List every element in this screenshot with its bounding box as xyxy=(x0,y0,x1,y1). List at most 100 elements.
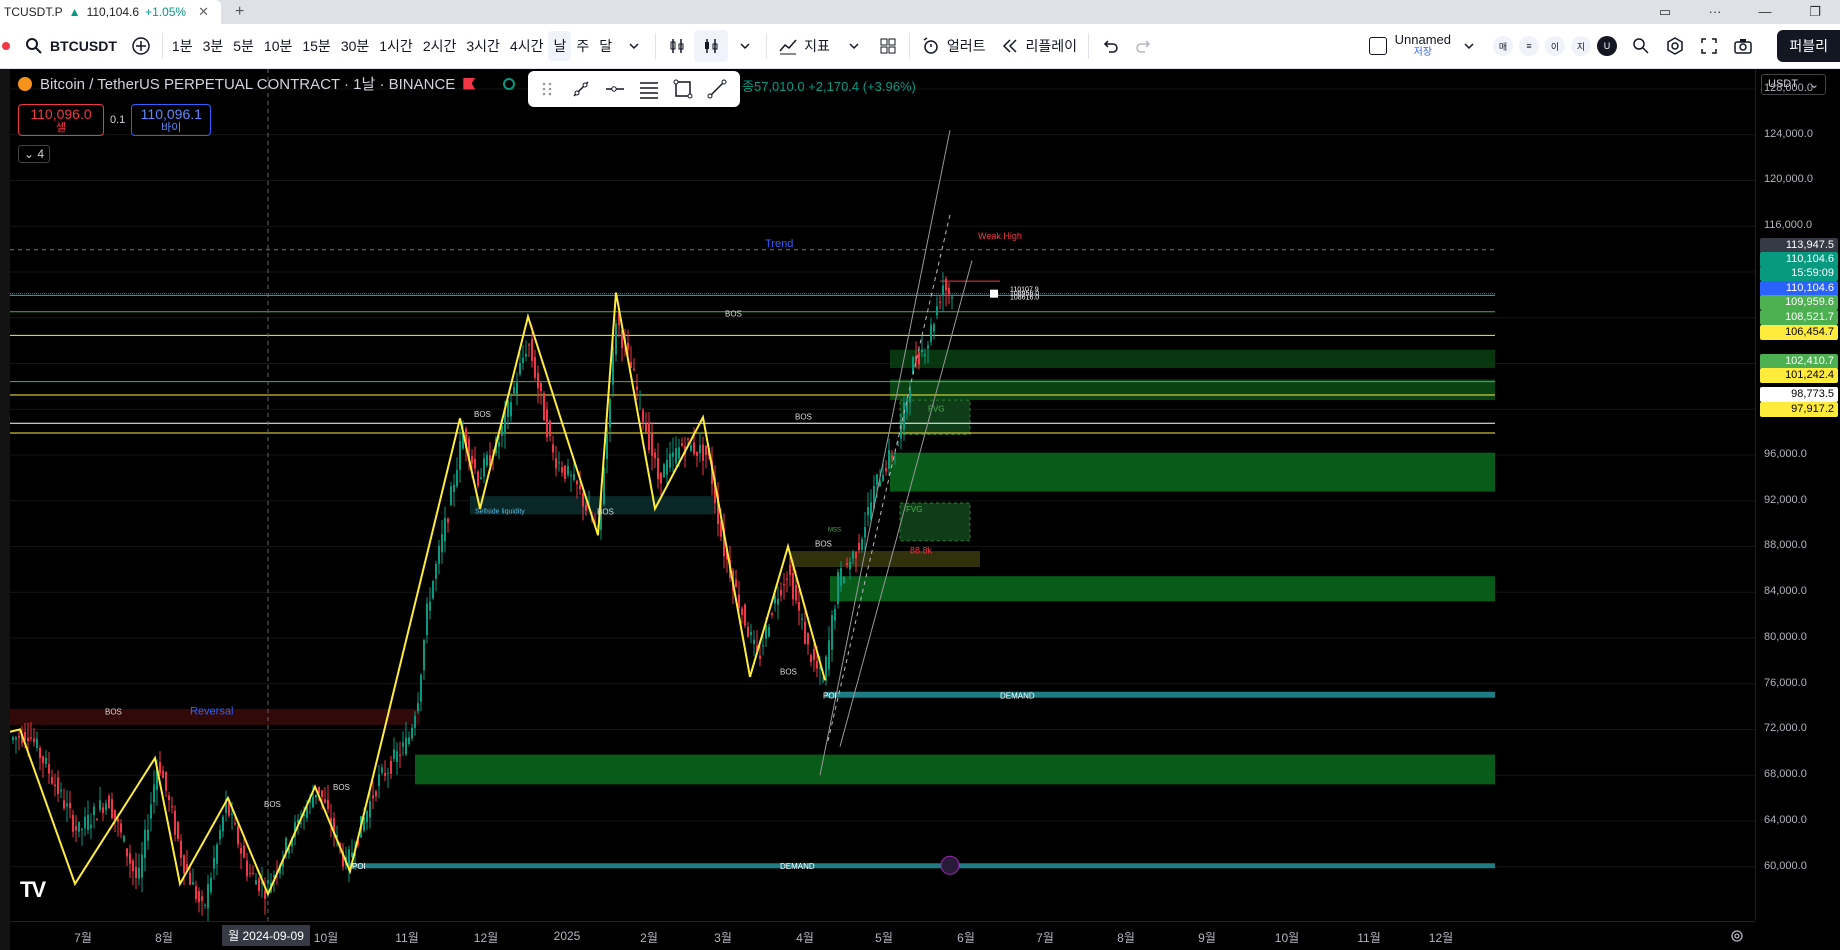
line-tool-icon[interactable] xyxy=(706,78,728,100)
timeframe-11[interactable]: 주 xyxy=(571,24,594,69)
fullscreen-icon xyxy=(1701,38,1717,54)
symbol-title[interactable]: Bitcoin / TetherUS PERPETUAL CONTRACT · … xyxy=(40,73,455,94)
candle-body xyxy=(111,799,113,819)
quick-button-4[interactable]: 지 xyxy=(1571,36,1591,56)
trendline-tool-icon[interactable] xyxy=(570,78,592,100)
timeframe-9[interactable]: 4시간 xyxy=(505,24,549,69)
price-tick: 64,000.0 xyxy=(1764,813,1807,826)
more-icon[interactable]: ··· xyxy=(1690,0,1740,24)
candle-body xyxy=(807,632,809,645)
candle-body xyxy=(615,323,617,355)
minimize-icon[interactable]: — xyxy=(1740,0,1790,24)
timeframe-8[interactable]: 3시간 xyxy=(461,24,505,69)
close-tab-icon[interactable]: ✕ xyxy=(198,4,209,20)
horizontal-ray-icon[interactable] xyxy=(604,78,626,100)
compare-symbol-button[interactable] xyxy=(124,24,158,69)
candle-style-button[interactable] xyxy=(694,30,729,62)
bos-label: BOS xyxy=(105,708,122,717)
quick-button-2[interactable]: ≡ xyxy=(1519,36,1539,56)
candle-body xyxy=(543,393,545,421)
indicator-collapse-button[interactable]: ⌄ 4 xyxy=(18,145,51,163)
timeframe-4[interactable]: 15분 xyxy=(297,24,335,69)
timeframe-3[interactable]: 10분 xyxy=(259,24,297,69)
candle-body xyxy=(918,352,920,365)
last-price-marker xyxy=(990,289,998,298)
layout-name: Unnamed xyxy=(1394,32,1451,47)
price-tick: 92,000.0 xyxy=(1764,493,1807,506)
restore-icon[interactable]: ❐ xyxy=(1790,0,1840,24)
sell-button[interactable]: 110,096.0 셀 xyxy=(18,104,104,136)
chart-type-dropdown[interactable] xyxy=(728,24,762,69)
layout-button[interactable]: Unnamed 저장 xyxy=(1362,24,1486,69)
snapshot-button[interactable] xyxy=(1726,24,1760,69)
redo-button[interactable] xyxy=(1127,24,1161,69)
chevron-down-icon xyxy=(1464,43,1474,50)
indicators-dropdown[interactable] xyxy=(837,24,871,69)
rectangle-tool-icon[interactable] xyxy=(672,78,694,100)
quick-button-1[interactable]: 매 xyxy=(1493,36,1513,56)
quick-button-3[interactable]: 이 xyxy=(1545,36,1565,56)
candle-body xyxy=(654,452,656,459)
price-axis[interactable]: USDT ⌄ 128,000.0 124,000.0 120,000.0 116,00… xyxy=(1755,69,1840,921)
candle-body xyxy=(693,442,695,454)
time-axis[interactable]: 7월 8월 월 2024-09-09 10월 11월 12월 2025 2월 3월 4월 5월 6월 7… xyxy=(10,921,1755,950)
candle-body xyxy=(255,880,257,885)
redo-icon xyxy=(1136,40,1151,53)
candle-body xyxy=(567,466,569,475)
timeframe-dropdown[interactable] xyxy=(617,24,651,69)
candle-body xyxy=(210,877,212,893)
fib-tool-icon[interactable] xyxy=(638,78,660,100)
candle-body xyxy=(195,886,197,899)
bar-style-button[interactable] xyxy=(660,24,694,69)
candle-body xyxy=(939,301,941,303)
candle-body xyxy=(813,649,815,660)
quick-search-button[interactable] xyxy=(1624,24,1658,69)
poi-label: POI xyxy=(823,692,837,701)
tradingview-logo[interactable]: TV xyxy=(20,877,46,903)
browser-tab[interactable]: TCUSDT.P ▲ 110,104.6 +1.05% ✕ xyxy=(0,0,222,24)
alert-button[interactable]: 얼러트 xyxy=(914,24,993,69)
candle-body xyxy=(372,795,374,799)
publish-button[interactable]: 퍼블리 xyxy=(1777,30,1840,62)
timeframe-10[interactable]: 날 xyxy=(548,31,572,61)
timeframe-2[interactable]: 5분 xyxy=(228,24,259,69)
templates-button[interactable] xyxy=(871,24,905,69)
timeframe-0[interactable]: 1분 xyxy=(167,24,198,69)
undo-button[interactable] xyxy=(1093,24,1127,69)
candle-body xyxy=(384,772,386,776)
demand-zone xyxy=(890,379,1495,401)
candle-body xyxy=(144,829,146,859)
candle-body xyxy=(942,285,944,296)
sell-label: 셀 xyxy=(55,122,67,134)
drag-handle-icon[interactable] xyxy=(536,78,558,100)
red-dot-icon xyxy=(0,24,17,69)
new-tab-icon[interactable]: + xyxy=(235,3,244,21)
timeframe-12[interactable]: 달 xyxy=(594,24,617,69)
candle-body xyxy=(33,738,35,743)
settings-button[interactable] xyxy=(1658,24,1692,69)
divider xyxy=(655,33,657,59)
buy-button[interactable]: 110,096.1 바이 xyxy=(131,104,212,136)
timeframe-6[interactable]: 1시간 xyxy=(374,24,418,69)
candle-body xyxy=(885,468,887,472)
symbol-search-button[interactable]: BTCUSDT xyxy=(17,24,124,69)
user-avatar[interactable]: U xyxy=(1597,36,1617,56)
chart-canvas[interactable]: Trend Reversal Weak High BOS BOS BOS BOS BOS BOS… xyxy=(10,69,1755,921)
indicators-button[interactable]: 지표 xyxy=(771,24,837,69)
timeframe-1[interactable]: 3분 xyxy=(198,24,229,69)
time-label: 12월 xyxy=(1428,931,1454,945)
price-level-label: 102,410.7 xyxy=(1760,354,1838,369)
candle-body xyxy=(675,448,677,464)
price-level-label: 98,773.5 xyxy=(1760,387,1838,402)
fullscreen-button[interactable] xyxy=(1692,24,1726,69)
chart-pane[interactable]: Trend Reversal Weak High BOS BOS BOS BOS BOS BOS… xyxy=(10,69,1755,921)
candle-body xyxy=(474,458,476,469)
axis-settings-icon[interactable] xyxy=(1729,928,1745,944)
flag-icon[interactable] xyxy=(463,77,476,90)
timeframe-7[interactable]: 2시간 xyxy=(418,24,462,69)
candle-body xyxy=(519,363,521,375)
tab-title: TCUSDT.P xyxy=(4,5,63,19)
screen-icon[interactable]: ▭ xyxy=(1640,0,1690,24)
replay-button[interactable]: 리플레이 xyxy=(993,24,1085,69)
timeframe-5[interactable]: 30분 xyxy=(336,24,374,69)
